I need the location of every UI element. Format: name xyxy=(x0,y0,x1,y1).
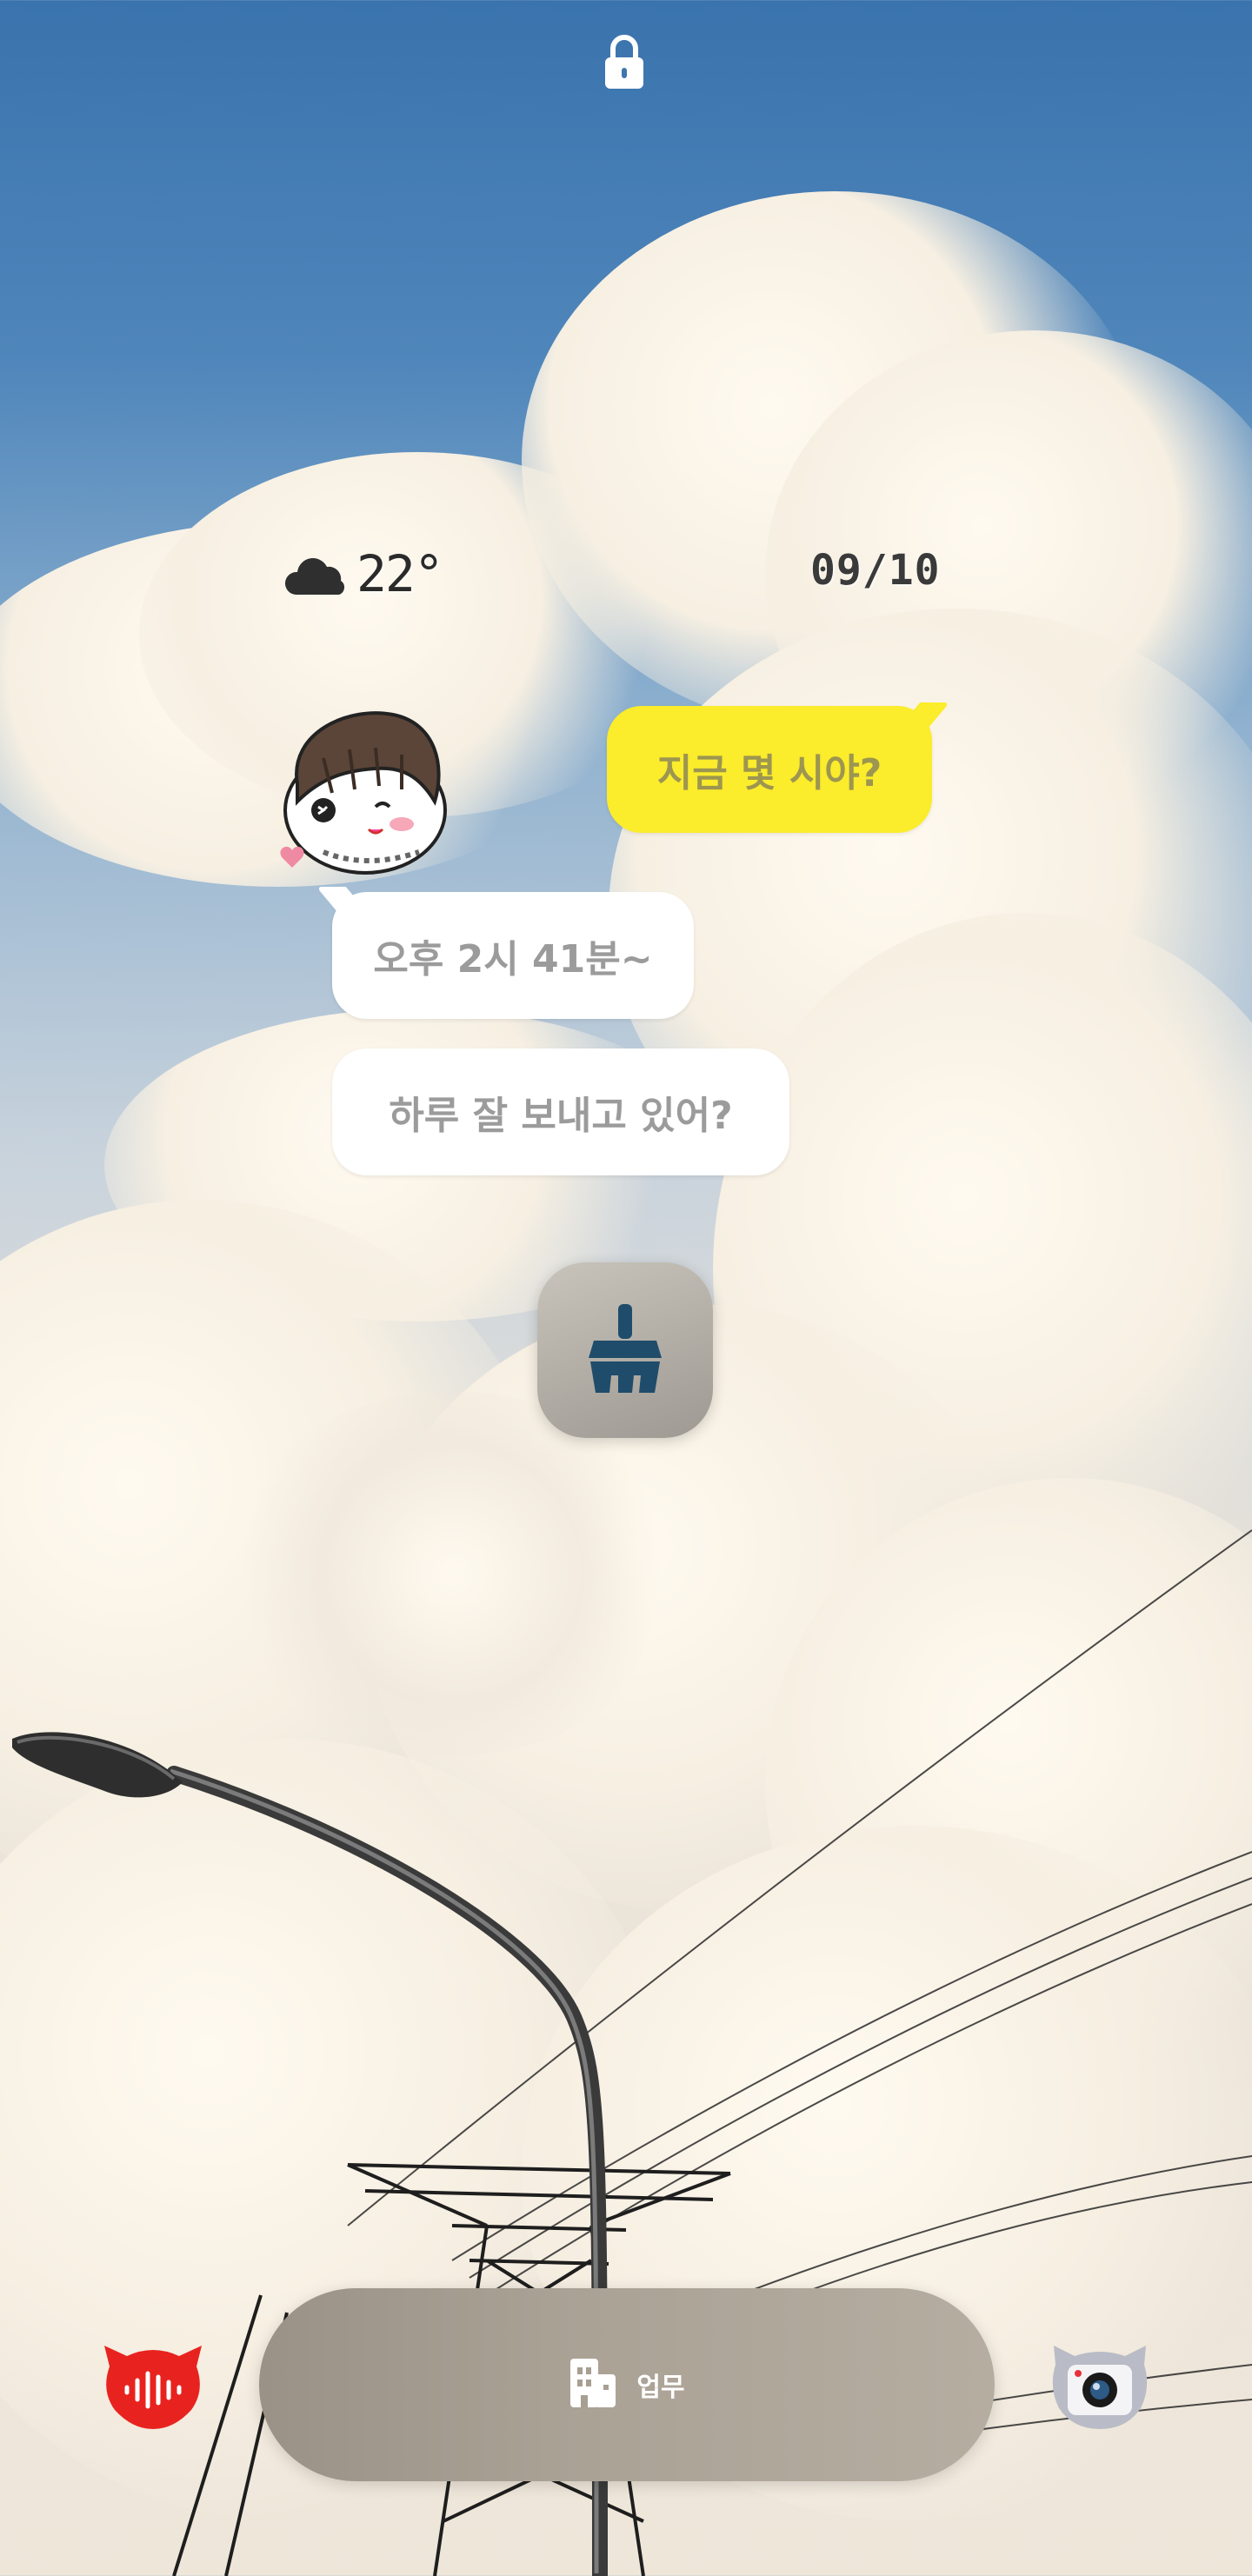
voice-recorder-shortcut[interactable] xyxy=(101,2339,205,2433)
sent-message-bubble: 지금 몇 시야? xyxy=(607,706,932,833)
cloud-icon xyxy=(283,551,351,596)
camera-shortcut[interactable] xyxy=(1049,2339,1151,2433)
work-folder-button[interactable]: 업무 xyxy=(259,2288,995,2481)
reply-message-bubble: 오후 2시 41분~ xyxy=(332,892,694,1019)
temperature-text: 22° xyxy=(356,544,444,603)
building-icon xyxy=(569,2357,617,2413)
date-text: 09/10 xyxy=(810,546,941,595)
character-sticker-avatar xyxy=(271,706,452,880)
broom-cleaner-icon xyxy=(583,1301,667,1400)
reply-message-bubble: 하루 잘 보내고 있어? xyxy=(332,1048,789,1175)
cleaner-widget-button[interactable] xyxy=(537,1262,713,1438)
dock-label: 업무 xyxy=(636,2373,685,2403)
camera-icon xyxy=(1052,2346,1148,2429)
weather-widget[interactable]: 22° xyxy=(283,539,444,609)
lock-icon xyxy=(602,33,647,92)
voice-recorder-icon xyxy=(104,2346,202,2429)
